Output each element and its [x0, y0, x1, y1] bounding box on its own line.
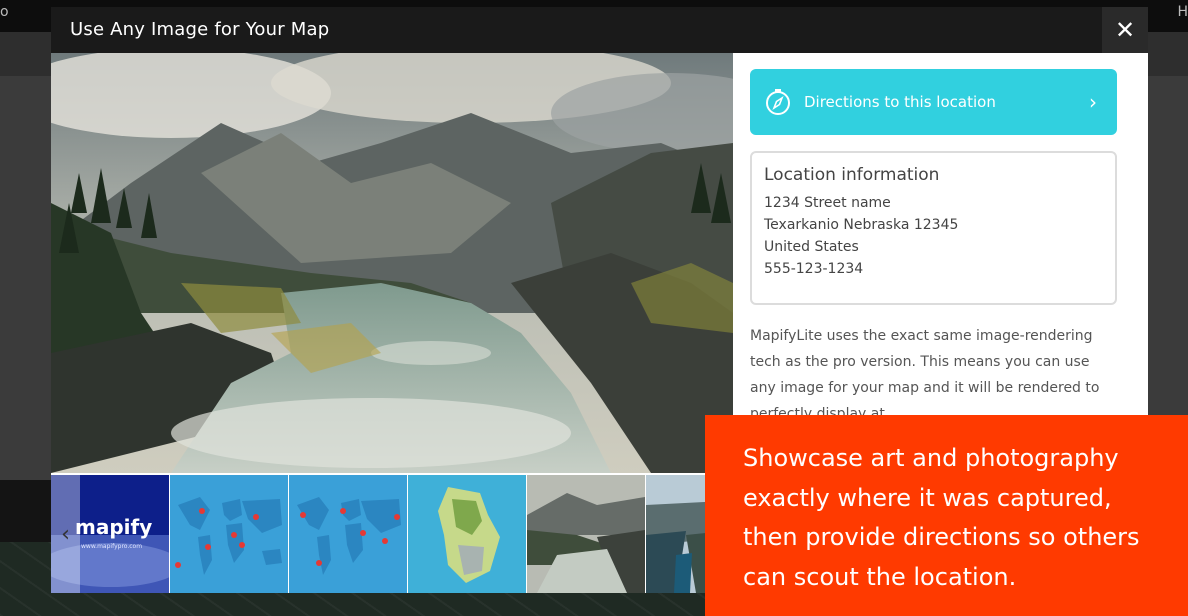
previous-thumbnails-button[interactable]: ‹	[51, 475, 80, 593]
compass-icon	[766, 89, 790, 115]
thumbnail-strip: ‹ mapify www.mapifypro.com	[51, 473, 764, 593]
thumbnail-world-map-1[interactable]	[170, 475, 288, 593]
thumbnail-river-landscape[interactable]	[527, 475, 645, 593]
chevron-right-icon: ›	[1089, 90, 1097, 114]
directions-button[interactable]: Directions to this location ›	[750, 69, 1117, 135]
location-info-title: Location information	[764, 165, 940, 185]
location-info-box: Location information 1234 Street name Te…	[750, 151, 1117, 305]
thumbnail-world-map-2[interactable]	[289, 475, 407, 593]
chevron-left-icon: ‹	[61, 521, 70, 547]
feature-callout: Showcase art and photography exactly whe…	[705, 415, 1188, 616]
mapify-logo-text: mapify	[75, 515, 153, 539]
thumbnail-island-map[interactable]	[408, 475, 526, 593]
phone-number: 555-123-1234	[764, 261, 864, 277]
directions-label: Directions to this location	[804, 93, 996, 111]
main-image	[51, 53, 733, 473]
mapify-caption: www.mapifypro.com	[81, 543, 143, 550]
modal-title: Use Any Image for Your Map	[70, 19, 330, 40]
background-left-fragment: o	[0, 4, 9, 20]
address-city: Texarkanio Nebraska 12345	[764, 217, 959, 233]
close-button[interactable]: ✕	[1102, 7, 1148, 53]
address-country: United States	[764, 239, 859, 255]
modal-header: Use Any Image for Your Map ✕	[51, 7, 1148, 53]
background-right-fragment: H	[1177, 4, 1188, 20]
close-icon: ✕	[1114, 16, 1136, 44]
callout-text: Showcase art and photography exactly whe…	[743, 444, 1140, 591]
description-text: MapifyLite uses the exact same image-ren…	[750, 328, 1100, 422]
address-street: 1234 Street name	[764, 195, 891, 211]
